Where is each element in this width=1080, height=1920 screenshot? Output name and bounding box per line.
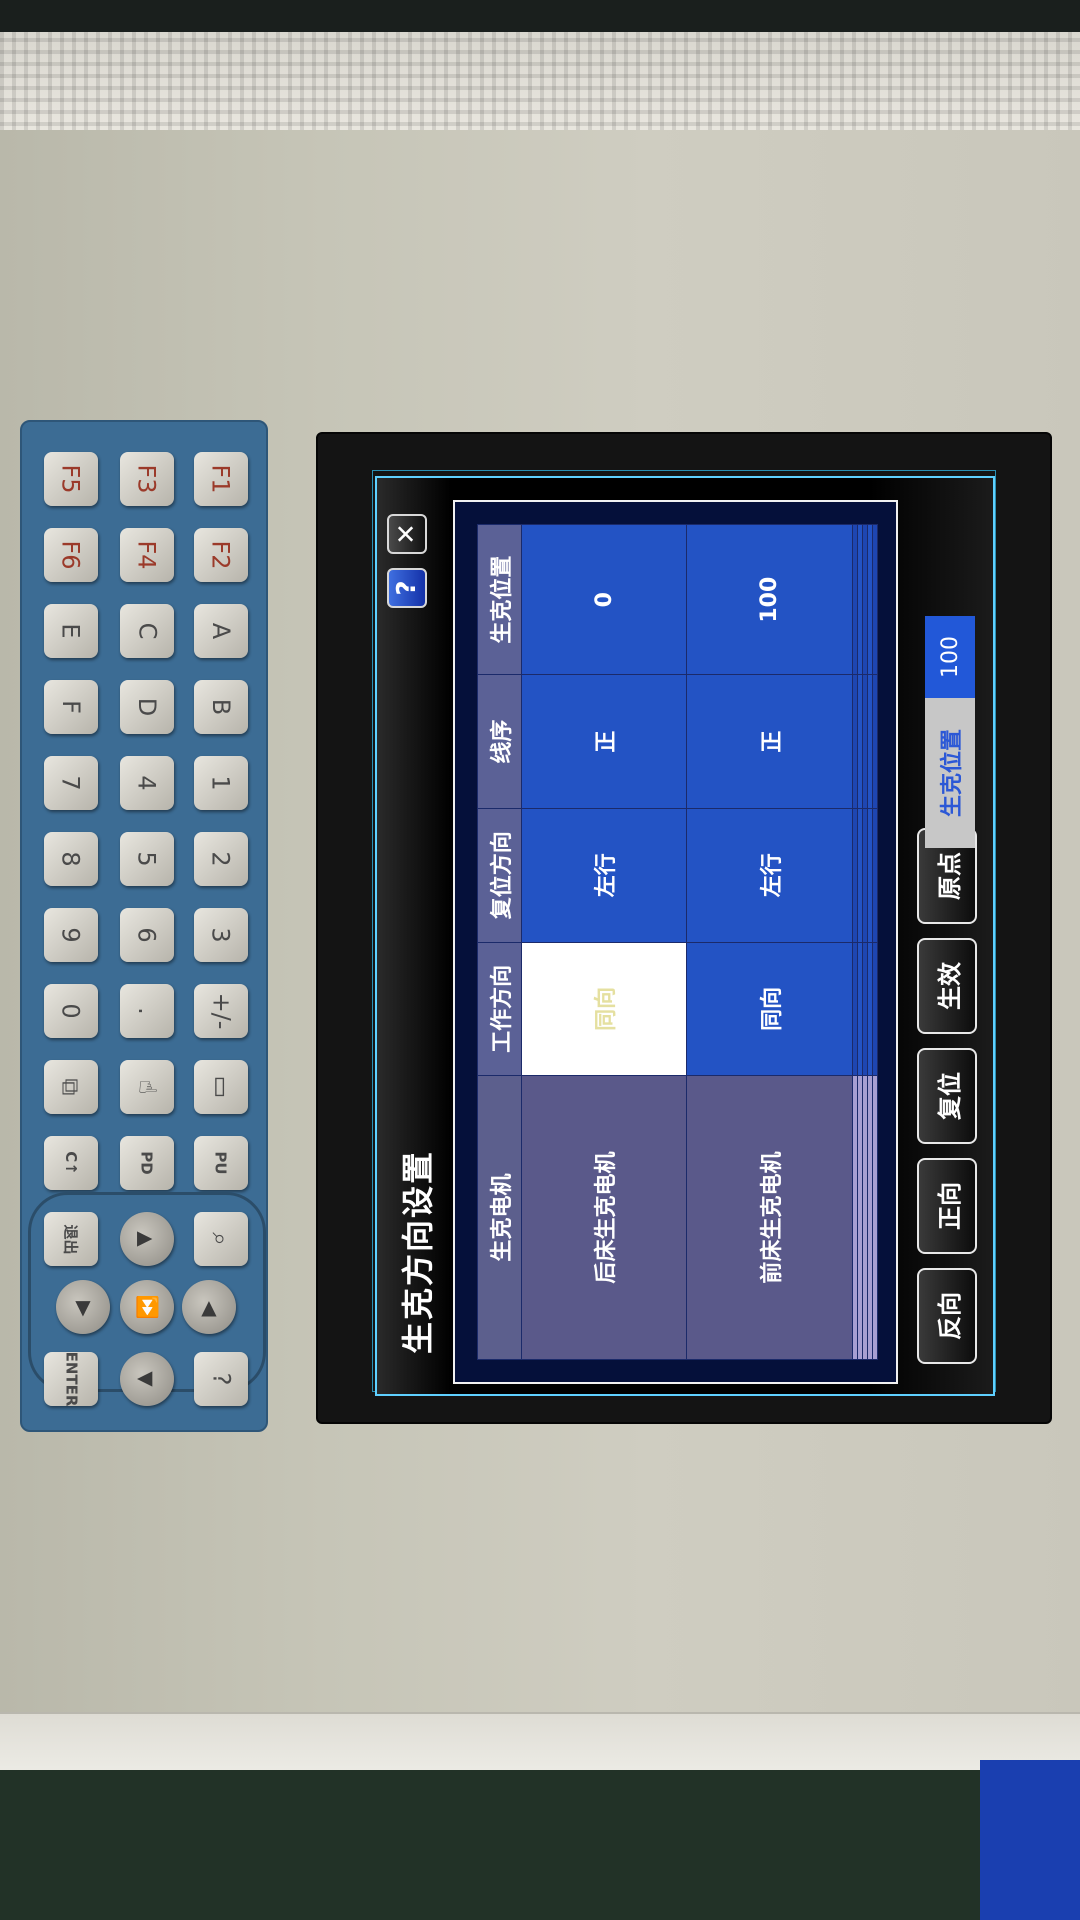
- key-0[interactable]: 0: [44, 984, 98, 1038]
- key-7[interactable]: 7: [44, 756, 98, 810]
- column-header: 生克电机: [477, 1075, 522, 1360]
- table-cell[interactable]: 0: [521, 524, 687, 675]
- key-4[interactable]: 4: [120, 756, 174, 810]
- key-dot[interactable]: .: [120, 984, 174, 1038]
- key-hand[interactable]: ☝: [120, 1060, 174, 1114]
- key-b[interactable]: B: [194, 680, 248, 734]
- key-8[interactable]: 8: [44, 832, 98, 886]
- pu-icon: PU: [212, 1151, 230, 1175]
- table-cell[interactable]: [872, 1075, 878, 1360]
- key-f1[interactable]: F1: [194, 452, 248, 506]
- key-down[interactable]: ▼: [120, 1352, 174, 1406]
- blue-object: [980, 1760, 1080, 1920]
- up-arrow-icon: ▲: [134, 1231, 159, 1247]
- hand-icon: ☝: [133, 1079, 161, 1095]
- table-header-row: 生克电机 工作方向 复位方向 线序 生克位置: [477, 524, 522, 1360]
- left-arrow-icon: ▼: [75, 1295, 91, 1319]
- key-2[interactable]: 2: [194, 832, 248, 886]
- key-3[interactable]: 3: [194, 908, 248, 962]
- key-e[interactable]: E: [44, 604, 98, 658]
- background-bottom: [0, 1770, 1080, 1920]
- key-9[interactable]: 9: [44, 908, 98, 962]
- keypad: F1 F2 F3 F4 F5 F6 A C E B D F 1 4 7 2 5 …: [20, 420, 268, 1432]
- position-value[interactable]: 100: [925, 616, 975, 698]
- key-page[interactable]: ▭: [194, 1060, 248, 1114]
- reverse-button[interactable]: 反向: [917, 1268, 977, 1364]
- table-cell[interactable]: [872, 942, 878, 1076]
- pd-icon: PD: [137, 1151, 156, 1175]
- page-icon: ▭: [207, 1075, 235, 1099]
- close-button[interactable]: ✕: [387, 514, 427, 554]
- direction-settings-dialog: 生克方向设置 ? ✕ 生克电机 工作方向 复位方向 线序 生克位置 后床生克电机…: [377, 478, 993, 1394]
- table-cell[interactable]: 前床生克电机: [686, 1075, 853, 1360]
- key-c[interactable]: C: [120, 604, 174, 658]
- table-cell[interactable]: 左行: [521, 808, 687, 943]
- motor-table-frame: 生克电机 工作方向 复位方向 线序 生克位置 后床生克电机 同向 左行 正 0 …: [453, 500, 898, 1384]
- apply-button[interactable]: 生效: [917, 938, 977, 1034]
- key-5[interactable]: 5: [120, 832, 174, 886]
- key-f2[interactable]: F2: [194, 528, 248, 582]
- key-play[interactable]: ⏩: [120, 1280, 174, 1334]
- table-cell[interactable]: 后床生克电机: [521, 1075, 687, 1360]
- key-enter[interactable]: ENTER: [44, 1352, 98, 1406]
- key-exit[interactable]: 退出: [44, 1212, 98, 1266]
- enter-icon: ENTER: [62, 1351, 80, 1407]
- reset-button[interactable]: 复位: [917, 1048, 977, 1144]
- table-cell[interactable]: [872, 808, 878, 943]
- column-header: 复位方向: [477, 808, 522, 943]
- column-header: 生克位置: [477, 524, 522, 675]
- key-search[interactable]: ⌕: [194, 1212, 248, 1266]
- key-6[interactable]: 6: [120, 908, 174, 962]
- key-a[interactable]: A: [194, 604, 248, 658]
- motor-table: 生克电机 工作方向 复位方向 线序 生克位置 后床生克电机 同向 左行 正 0 …: [477, 524, 878, 1360]
- table-cell[interactable]: 正: [521, 674, 687, 809]
- table-cell[interactable]: [872, 674, 878, 809]
- column-header: 线序: [477, 674, 522, 809]
- close-icon: ✕: [392, 523, 422, 545]
- table-cell[interactable]: 同向: [686, 942, 853, 1076]
- key-pd[interactable]: PD: [120, 1136, 174, 1190]
- search-icon: ⌕: [206, 1232, 235, 1246]
- key-f[interactable]: F: [44, 680, 98, 734]
- help-key: ?: [207, 1372, 235, 1386]
- key-1[interactable]: 1: [194, 756, 248, 810]
- table-row[interactable]: 前床生克电机 同向 左行 正 100: [686, 524, 853, 1360]
- table-cell-selected[interactable]: 同向: [521, 942, 687, 1076]
- table-row[interactable]: 后床生克电机 同向 左行 正 0: [521, 524, 687, 1360]
- down-arrow-icon: ▼: [134, 1371, 159, 1387]
- table-cell[interactable]: 左行: [686, 808, 853, 943]
- dialog-title: 生克方向设置: [399, 1149, 437, 1354]
- fabric-bottom: [0, 1712, 1080, 1772]
- play-icon: ⏩: [135, 1294, 159, 1320]
- table-cell[interactable]: [872, 524, 878, 675]
- key-f3[interactable]: F3: [120, 452, 174, 506]
- table-row[interactable]: [872, 524, 878, 1360]
- key-f4[interactable]: F4: [120, 528, 174, 582]
- key-f6[interactable]: F6: [44, 528, 98, 582]
- key-plus-minus[interactable]: +/-: [194, 984, 248, 1038]
- key-up[interactable]: ▲: [120, 1212, 174, 1266]
- help-icon: ?: [392, 580, 422, 596]
- key-left[interactable]: ▼: [56, 1280, 110, 1334]
- key-right[interactable]: ▲: [182, 1280, 236, 1334]
- key-help[interactable]: ?: [194, 1352, 248, 1406]
- column-header: 工作方向: [477, 942, 522, 1076]
- screen: 生克方向设置 ? ✕ 生克电机 工作方向 复位方向 线序 生克位置 后床生克电机…: [377, 478, 993, 1394]
- help-button[interactable]: ?: [387, 568, 427, 608]
- copy-icon: ⧉: [56, 1078, 85, 1096]
- table-cell[interactable]: 正: [686, 674, 853, 809]
- exit-icon: 退出: [61, 1223, 80, 1255]
- key-pu[interactable]: PU: [194, 1136, 248, 1190]
- forward-button[interactable]: 正向: [917, 1158, 977, 1254]
- key-d[interactable]: D: [120, 680, 174, 734]
- position-label: 生克位置: [925, 698, 975, 848]
- key-c-arrow[interactable]: C↑: [44, 1136, 98, 1190]
- key-copy[interactable]: ⧉: [44, 1060, 98, 1114]
- right-arrow-icon: ▲: [201, 1295, 217, 1319]
- table-cell[interactable]: 100: [686, 524, 853, 675]
- c-arrow-icon: C↑: [61, 1151, 80, 1175]
- key-f5[interactable]: F5: [44, 452, 98, 506]
